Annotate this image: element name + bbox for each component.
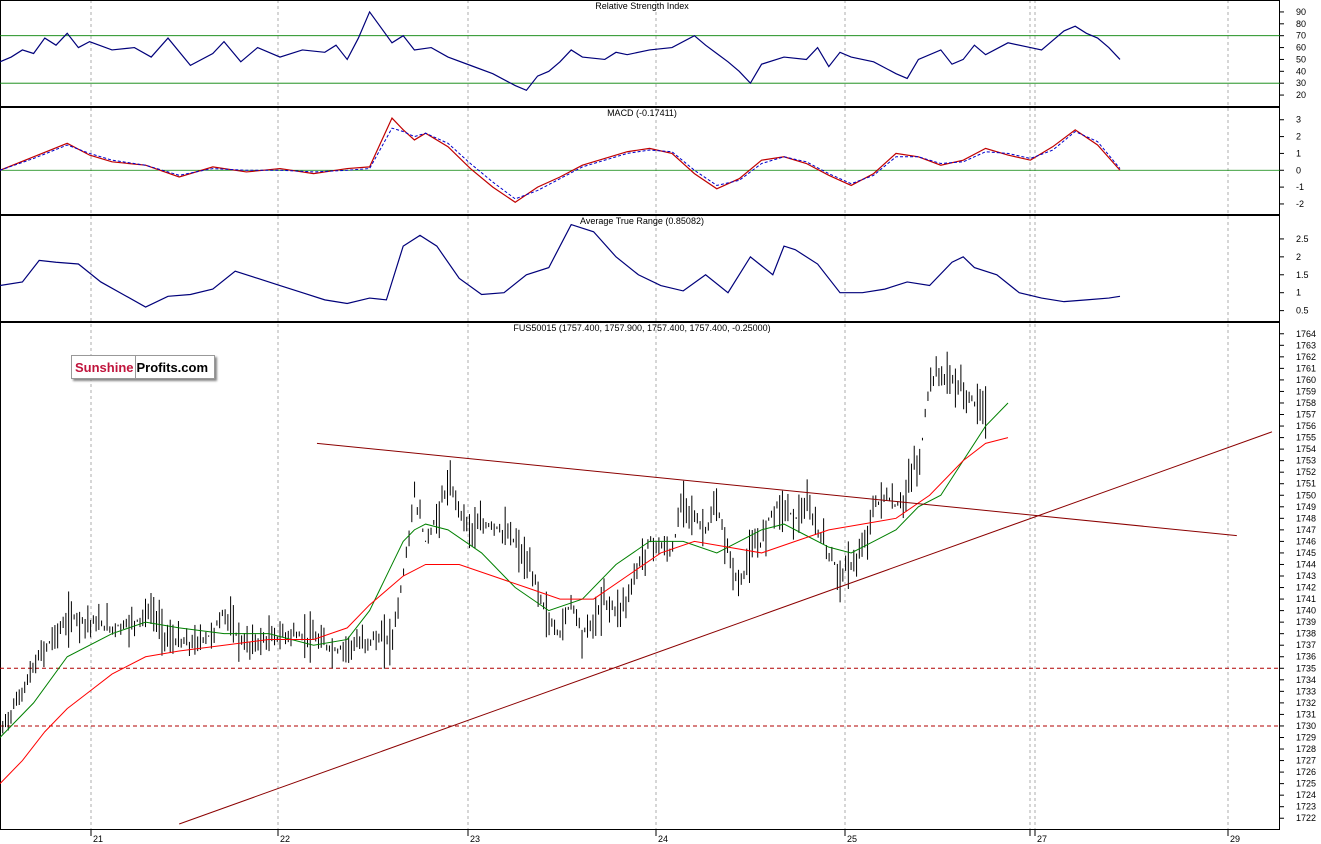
atr-tick-label-2: 1.5 xyxy=(1296,270,1309,280)
price-tick-label-15: 1737 xyxy=(1296,640,1316,650)
price-tick-label-32: 1754 xyxy=(1296,444,1316,454)
macd-title: MACD (-0.17411) xyxy=(607,108,677,118)
price-tick-label-31: 1753 xyxy=(1296,456,1316,466)
rsi-frame xyxy=(0,0,1280,107)
x-tick-label-1: 22 xyxy=(280,834,290,844)
macd-signal-line xyxy=(0,127,1121,200)
sunshine-profits-logo: Sunshine Profits.com xyxy=(71,355,216,379)
atr-tick-label-4: 2.5 xyxy=(1296,234,1309,244)
price-tick-label-22: 1744 xyxy=(1296,559,1316,569)
logo-part-1: Sunshine xyxy=(72,359,135,375)
atr-title: Average True Range (0.85082) xyxy=(580,216,704,226)
atr-series-line xyxy=(0,223,1121,308)
price-tick-label-39: 1761 xyxy=(1296,363,1316,373)
atr-tick-label-1: 1 xyxy=(1296,288,1301,298)
x-tick-label-7: 29 xyxy=(1230,834,1240,844)
x-tick-label-0: 21 xyxy=(93,834,103,844)
price-tick-label-7: 1729 xyxy=(1296,732,1316,742)
atr-tick-label-0: 0.5 xyxy=(1296,306,1309,316)
macd-tick-label-4: 2 xyxy=(1296,132,1301,142)
price-tick-label-30: 1752 xyxy=(1296,467,1316,477)
macd-tick-label-2: 0 xyxy=(1296,165,1301,175)
atr-frame xyxy=(0,215,1280,322)
price-tick-label-25: 1747 xyxy=(1296,525,1316,535)
price-tick-label-18: 1740 xyxy=(1296,606,1316,616)
rsi-tick-label-0: 20 xyxy=(1296,90,1306,100)
price-tick-label-35: 1757 xyxy=(1296,410,1316,420)
price-tick-label-10: 1732 xyxy=(1296,698,1316,708)
price-tick-label-24: 1746 xyxy=(1296,536,1316,546)
price-bars xyxy=(0,351,987,734)
price-tick-label-8: 1730 xyxy=(1296,721,1316,731)
panel-frames xyxy=(0,0,1280,830)
price-tick-label-16: 1738 xyxy=(1296,629,1316,639)
vertical-grid xyxy=(90,0,1229,830)
price-tick-label-20: 1742 xyxy=(1296,583,1316,593)
price-tick-label-9: 1731 xyxy=(1296,709,1316,719)
x-tick-label-2: 23 xyxy=(470,834,480,844)
rsi-tick-label-2: 40 xyxy=(1296,66,1306,76)
price-tick-label-40: 1762 xyxy=(1296,352,1316,362)
rsi-tick-label-1: 30 xyxy=(1296,78,1306,88)
atr-panel: 0.5 1 1.5 2 2.5 xyxy=(0,223,1309,316)
price-tick-label-29: 1751 xyxy=(1296,479,1316,489)
price-tick-label-38: 1760 xyxy=(1296,375,1316,385)
price-tick-label-26: 1748 xyxy=(1296,513,1316,523)
macd-tick-label-5: 3 xyxy=(1296,115,1301,125)
rsi-title: Relative Strength Index xyxy=(595,1,689,11)
rsi-tick-label-5: 70 xyxy=(1296,31,1306,41)
rsi-series-line xyxy=(0,10,1121,92)
x-tick-label-6: 27 xyxy=(1037,834,1047,844)
price-tick-label-2: 1724 xyxy=(1296,790,1316,800)
price-tick-label-27: 1749 xyxy=(1296,502,1316,512)
macd-tick-label-3: 1 xyxy=(1296,148,1301,158)
rsi-tick-label-4: 60 xyxy=(1296,43,1306,53)
macd-line xyxy=(0,116,1121,203)
price-tick-label-13: 1735 xyxy=(1296,663,1316,673)
price-panel: 17221723 17241725 17261727 1728 17291730 1731… xyxy=(0,329,1316,825)
price-tick-label-28: 1750 xyxy=(1296,490,1316,500)
price-tick-label-23: 1745 xyxy=(1296,548,1316,558)
rsi-tick-label-7: 90 xyxy=(1296,7,1306,17)
price-title: FUS50015 (1757.400, 1757.900, 1757.400, … xyxy=(513,323,770,333)
macd-tick-label-1: -1 xyxy=(1296,182,1304,192)
rsi-panel: 20 30 40 5060 70 80 90 xyxy=(0,7,1306,100)
stock-chart: 2030405060708090-2-101230.511.522.517221… xyxy=(0,0,1316,844)
price-tick-label-11: 1733 xyxy=(1296,686,1316,696)
rsi-tick-label-3: 50 xyxy=(1296,54,1306,64)
price-tick-label-12: 1734 xyxy=(1296,675,1316,685)
price-tick-label-0: 1722 xyxy=(1296,813,1316,823)
macd-frame xyxy=(0,107,1280,215)
atr-tick-label-3: 2 xyxy=(1296,252,1301,262)
indicator-panels: 2030405060708090-2-101230.511.522.517221… xyxy=(0,7,1316,825)
trendline-1 xyxy=(179,431,1273,825)
rsi-tick-label-6: 80 xyxy=(1296,19,1306,29)
x-tick-label-3: 24 xyxy=(658,834,668,844)
price-tick-label-14: 1736 xyxy=(1296,652,1316,662)
price-tick-label-37: 1759 xyxy=(1296,386,1316,396)
price-tick-label-33: 1755 xyxy=(1296,433,1316,443)
macd-tick-label-0: -2 xyxy=(1296,199,1304,209)
logo-part-2: Profits.com xyxy=(135,359,215,375)
price-tick-label-36: 1758 xyxy=(1296,398,1316,408)
x-tick-label-4: 25 xyxy=(847,834,857,844)
price-tick-label-17: 1739 xyxy=(1296,617,1316,627)
price-tick-label-6: 1728 xyxy=(1296,744,1316,754)
price-tick-label-1: 1723 xyxy=(1296,802,1316,812)
price-tick-label-42: 1764 xyxy=(1296,329,1316,339)
price-tick-label-3: 1725 xyxy=(1296,779,1316,789)
price-tick-label-19: 1741 xyxy=(1296,594,1316,604)
macd-panel: -2 -1 0 1 2 3 xyxy=(0,115,1304,209)
price-tick-label-41: 1763 xyxy=(1296,340,1316,350)
price-tick-label-4: 1726 xyxy=(1296,767,1316,777)
price-tick-label-21: 1743 xyxy=(1296,571,1316,581)
price-tick-label-5: 1727 xyxy=(1296,756,1316,766)
trendline-0 xyxy=(316,442,1237,537)
price-tick-label-34: 1756 xyxy=(1296,421,1316,431)
x-axis: 21 22 23 24 25 27 29 xyxy=(90,830,1240,844)
price-frame xyxy=(0,322,1280,830)
